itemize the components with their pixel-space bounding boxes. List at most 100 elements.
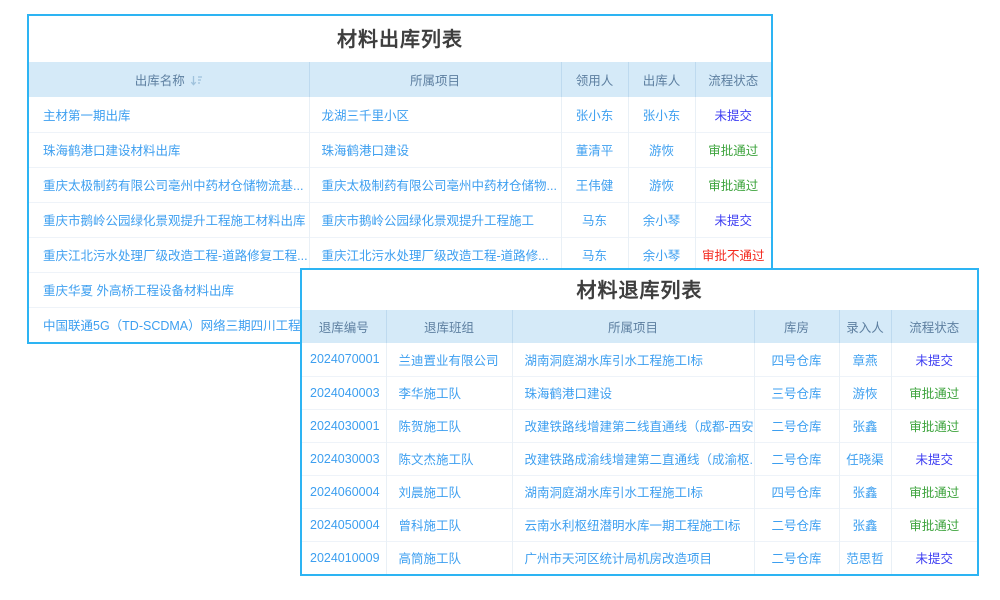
team-cell[interactable]: 陈贺施工队: [386, 409, 512, 442]
status-badge: 审批通过: [891, 508, 977, 541]
project-cell[interactable]: 湖南洞庭湖水库引水工程施工I标: [512, 475, 754, 508]
recipient-cell: 张小东: [561, 97, 628, 132]
warehouse-cell: 二号仓库: [754, 508, 839, 541]
recorder-cell: 范思哲: [839, 541, 891, 574]
warehouse-cell: 四号仓库: [754, 475, 839, 508]
outbound-header-row: 出库名称 所属项目 领用人 出库人 流程状态: [29, 62, 771, 97]
return-code-cell[interactable]: 2024050004: [302, 508, 386, 541]
project-cell[interactable]: 龙湖三千里小区: [309, 97, 561, 132]
issuer-cell: 游恢: [628, 132, 695, 167]
outbound-name-cell[interactable]: 主材第一期出库: [29, 97, 309, 132]
recipient-cell: 马东: [561, 237, 628, 272]
status-badge: 审批通过: [891, 409, 977, 442]
issuer-cell: 张小东: [628, 97, 695, 132]
status-badge: 未提交: [695, 202, 771, 237]
recorder-cell: 任晓渠: [839, 442, 891, 475]
team-cell[interactable]: 兰迪置业有限公司: [386, 343, 512, 376]
project-cell[interactable]: 珠海鹤港口建设: [309, 132, 561, 167]
sort-descending-icon[interactable]: [190, 74, 203, 87]
page: 材料出库列表 出库名称 所属项目 领用人 出库人 流程状态 主材第一期出库 龙湖…: [0, 0, 1000, 600]
status-badge: 审批通过: [695, 167, 771, 202]
return-col-header-warehouse: 库房: [754, 310, 839, 343]
outbound-col-header-name[interactable]: 出库名称: [29, 62, 309, 97]
table-row[interactable]: 2024070001 兰迪置业有限公司 湖南洞庭湖水库引水工程施工I标 四号仓库…: [302, 343, 977, 376]
project-cell[interactable]: 重庆市鹅岭公园绿化景观提升工程施工: [309, 202, 561, 237]
team-cell[interactable]: 曾科施工队: [386, 508, 512, 541]
project-cell[interactable]: 改建铁路线增建第二线直通线（成都-西安...: [512, 409, 754, 442]
issuer-cell: 余小琴: [628, 237, 695, 272]
outbound-col-header-status: 流程状态: [695, 62, 771, 97]
return-code-cell[interactable]: 2024010009: [302, 541, 386, 574]
warehouse-cell: 二号仓库: [754, 442, 839, 475]
table-row[interactable]: 2024040003 李华施工队 珠海鹤港口建设 三号仓库 游恢 审批通过: [302, 376, 977, 409]
project-cell[interactable]: 重庆太极制药有限公司亳州中药材仓储物...: [309, 167, 561, 202]
recipient-cell: 王伟健: [561, 167, 628, 202]
team-cell[interactable]: 陈文杰施工队: [386, 442, 512, 475]
outbound-col-header-name-label: 出库名称: [135, 74, 185, 88]
table-row[interactable]: 重庆太极制药有限公司亳州中药材仓储物流基... 重庆太极制药有限公司亳州中药材仓…: [29, 167, 771, 202]
outbound-col-header-issuer: 出库人: [628, 62, 695, 97]
outbound-name-cell[interactable]: 重庆华夏 外高桥工程设备材料出库: [29, 272, 309, 307]
return-code-cell[interactable]: 2024070001: [302, 343, 386, 376]
warehouse-cell: 二号仓库: [754, 541, 839, 574]
table-row[interactable]: 2024050004 曾科施工队 云南水利枢纽潜明水库一期工程施工I标 二号仓库…: [302, 508, 977, 541]
return-table: 退库编号 退库班组 所属项目 库房 录入人 流程状态 2024070001 兰迪…: [302, 310, 977, 574]
status-badge: 未提交: [891, 343, 977, 376]
project-cell[interactable]: 珠海鹤港口建设: [512, 376, 754, 409]
recorder-cell: 张鑫: [839, 409, 891, 442]
warehouse-cell: 四号仓库: [754, 343, 839, 376]
table-row[interactable]: 重庆江北污水处理厂级改造工程-道路修复工程... 重庆江北污水处理厂级改造工程-…: [29, 237, 771, 272]
outbound-name-cell[interactable]: 中国联通5G（TD-SCDMA）网络三期四川工程...: [29, 307, 309, 342]
team-cell[interactable]: 高筒施工队: [386, 541, 512, 574]
table-row[interactable]: 2024030001 陈贺施工队 改建铁路线增建第二线直通线（成都-西安... …: [302, 409, 977, 442]
project-cell[interactable]: 重庆江北污水处理厂级改造工程-道路修...: [309, 237, 561, 272]
outbound-col-header-project: 所属项目: [309, 62, 561, 97]
outbound-list-title: 材料出库列表: [29, 16, 771, 62]
table-row[interactable]: 2024030003 陈文杰施工队 改建铁路成渝线增建第二直通线（成渝枢... …: [302, 442, 977, 475]
table-row[interactable]: 重庆市鹅岭公园绿化景观提升工程施工材料出库 重庆市鹅岭公园绿化景观提升工程施工 …: [29, 202, 771, 237]
project-cell[interactable]: 广州市天河区统计局机房改造项目: [512, 541, 754, 574]
return-col-header-recorder: 录入人: [839, 310, 891, 343]
warehouse-cell: 二号仓库: [754, 409, 839, 442]
outbound-name-cell[interactable]: 重庆太极制药有限公司亳州中药材仓储物流基...: [29, 167, 309, 202]
warehouse-cell: 三号仓库: [754, 376, 839, 409]
status-badge: 未提交: [695, 97, 771, 132]
status-badge: 审批不通过: [695, 237, 771, 272]
team-cell[interactable]: 刘晨施工队: [386, 475, 512, 508]
return-col-header-code: 退库编号: [302, 310, 386, 343]
issuer-cell: 余小琴: [628, 202, 695, 237]
recorder-cell: 张鑫: [839, 508, 891, 541]
recipient-cell: 董清平: [561, 132, 628, 167]
status-badge: 未提交: [891, 541, 977, 574]
recorder-cell: 章燕: [839, 343, 891, 376]
outbound-col-header-recipient: 领用人: [561, 62, 628, 97]
return-list-title: 材料退库列表: [302, 270, 977, 310]
return-col-header-status: 流程状态: [891, 310, 977, 343]
table-row[interactable]: 主材第一期出库 龙湖三千里小区 张小东 张小东 未提交: [29, 97, 771, 132]
recorder-cell: 游恢: [839, 376, 891, 409]
return-code-cell[interactable]: 2024030001: [302, 409, 386, 442]
outbound-name-cell[interactable]: 重庆市鹅岭公园绿化景观提升工程施工材料出库: [29, 202, 309, 237]
outbound-name-cell[interactable]: 重庆江北污水处理厂级改造工程-道路修复工程...: [29, 237, 309, 272]
table-row[interactable]: 2024060004 刘晨施工队 湖南洞庭湖水库引水工程施工I标 四号仓库 张鑫…: [302, 475, 977, 508]
project-cell[interactable]: 湖南洞庭湖水库引水工程施工I标: [512, 343, 754, 376]
return-list-panel: 材料退库列表 退库编号 退库班组 所属项目 库房 录入人 流程状态 202407…: [300, 268, 979, 576]
status-badge: 审批通过: [695, 132, 771, 167]
table-row[interactable]: 珠海鹤港口建设材料出库 珠海鹤港口建设 董清平 游恢 审批通过: [29, 132, 771, 167]
return-code-cell[interactable]: 2024060004: [302, 475, 386, 508]
return-code-cell[interactable]: 2024030003: [302, 442, 386, 475]
project-cell[interactable]: 改建铁路成渝线增建第二直通线（成渝枢...: [512, 442, 754, 475]
team-cell[interactable]: 李华施工队: [386, 376, 512, 409]
return-code-cell[interactable]: 2024040003: [302, 376, 386, 409]
return-col-header-team: 退库班组: [386, 310, 512, 343]
status-badge: 未提交: [891, 442, 977, 475]
outbound-name-cell[interactable]: 珠海鹤港口建设材料出库: [29, 132, 309, 167]
project-cell[interactable]: 云南水利枢纽潜明水库一期工程施工I标: [512, 508, 754, 541]
table-row[interactable]: 2024010009 高筒施工队 广州市天河区统计局机房改造项目 二号仓库 范思…: [302, 541, 977, 574]
status-badge: 审批通过: [891, 376, 977, 409]
return-col-header-project: 所属项目: [512, 310, 754, 343]
status-badge: 审批通过: [891, 475, 977, 508]
issuer-cell: 游恢: [628, 167, 695, 202]
return-header-row: 退库编号 退库班组 所属项目 库房 录入人 流程状态: [302, 310, 977, 343]
recipient-cell: 马东: [561, 202, 628, 237]
